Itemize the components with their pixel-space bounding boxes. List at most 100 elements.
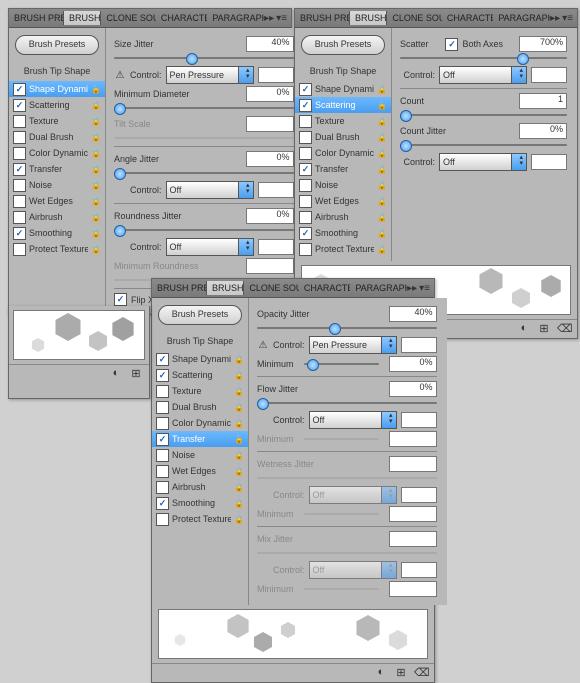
checkbox[interactable] xyxy=(156,353,169,366)
angle-value[interactable]: 0% xyxy=(246,151,294,167)
menu-icon[interactable]: ▾≡ xyxy=(419,283,430,294)
lock-icon[interactable] xyxy=(234,482,244,492)
angle-slider[interactable] xyxy=(114,169,294,177)
sidebar-item-scattering[interactable]: Scattering xyxy=(152,367,248,383)
checkbox[interactable] xyxy=(13,243,26,256)
brush-tip-shape[interactable]: Brush Tip Shape xyxy=(9,61,105,81)
toggle-icon[interactable]: ◐ xyxy=(374,666,388,680)
sidebar-item-transfer[interactable]: Transfer xyxy=(295,161,391,177)
sidebar-item-texture[interactable]: Texture xyxy=(9,113,105,129)
flow-slider[interactable] xyxy=(257,399,437,407)
sidebar-item-transfer[interactable]: Transfer xyxy=(152,431,248,447)
checkbox[interactable] xyxy=(13,83,26,96)
lock-icon[interactable] xyxy=(91,132,101,142)
lock-icon[interactable] xyxy=(377,228,387,238)
expand-icon[interactable]: ▸▸ xyxy=(550,13,560,24)
flipx-checkbox[interactable] xyxy=(114,293,127,306)
lock-icon[interactable] xyxy=(91,84,101,94)
lock-icon[interactable] xyxy=(234,466,244,476)
tab-brush-presets[interactable]: BRUSH PRE xyxy=(152,281,206,295)
trash-icon[interactable]: ⌫ xyxy=(414,666,428,680)
sidebar-item-airbrush[interactable]: Airbrush xyxy=(152,479,248,495)
checkbox[interactable] xyxy=(13,131,26,144)
checkbox[interactable] xyxy=(299,211,312,224)
sidebar-item-color-dynamics[interactable]: Color Dynamics xyxy=(295,145,391,161)
cjitter-value[interactable]: 0% xyxy=(519,123,567,139)
scatter-slider[interactable] xyxy=(400,54,567,62)
controlc2-box[interactable] xyxy=(401,412,437,428)
sidebar-item-noise[interactable]: Noise xyxy=(9,177,105,193)
cjitter-slider[interactable] xyxy=(400,141,567,149)
sidebar-item-shape-dynamics[interactable]: Shape Dynamics xyxy=(9,81,105,97)
count-slider[interactable] xyxy=(400,111,567,119)
round-value[interactable]: 0% xyxy=(246,208,294,224)
sidebar-item-transfer[interactable]: Transfer xyxy=(9,161,105,177)
tab-brush-presets[interactable]: BRUSH PRE xyxy=(295,11,349,25)
tab-brush[interactable]: BRUSH xyxy=(206,281,244,295)
lock-icon[interactable] xyxy=(234,386,244,396)
tab-para[interactable]: PARAGRAPH xyxy=(207,11,264,25)
new-icon[interactable]: ⊞ xyxy=(537,322,551,336)
sidebar-item-shape-dynamics[interactable]: Shape Dynamics xyxy=(152,351,248,367)
controlc2-dropdown[interactable]: Off▴▾ xyxy=(309,411,397,429)
trash-icon[interactable]: ⌫ xyxy=(557,322,571,336)
checkbox[interactable] xyxy=(13,147,26,160)
sidebar-item-dual-brush[interactable]: Dual Brush xyxy=(9,129,105,145)
lock-icon[interactable] xyxy=(234,498,244,508)
lock-icon[interactable] xyxy=(234,418,244,428)
checkbox[interactable] xyxy=(299,115,312,128)
scatter-value[interactable]: 700% xyxy=(519,36,567,52)
checkbox[interactable] xyxy=(299,195,312,208)
checkbox[interactable] xyxy=(13,195,26,208)
checkbox[interactable] xyxy=(156,433,169,446)
checkbox[interactable] xyxy=(156,481,169,494)
size-jitter-slider[interactable] xyxy=(114,54,294,62)
lock-icon[interactable] xyxy=(377,244,387,254)
checkbox[interactable] xyxy=(156,513,169,526)
lock-icon[interactable] xyxy=(377,164,387,174)
lock-icon[interactable] xyxy=(91,164,101,174)
min1-value[interactable]: 0% xyxy=(389,356,437,372)
lock-icon[interactable] xyxy=(234,514,244,524)
tab-brush[interactable]: BRUSH xyxy=(63,11,101,25)
sidebar-item-noise[interactable]: Noise xyxy=(152,447,248,463)
sidebar-item-smoothing[interactable]: Smoothing xyxy=(152,495,248,511)
sidebar-item-color-dynamics[interactable]: Color Dynamics xyxy=(152,415,248,431)
lock-icon[interactable] xyxy=(234,354,244,364)
min-diam-value[interactable]: 0% xyxy=(246,86,294,102)
controlc1-dropdown[interactable]: Pen Pressure▴▾ xyxy=(309,336,397,354)
checkbox[interactable] xyxy=(156,417,169,430)
round-slider[interactable] xyxy=(114,226,294,234)
tab-char[interactable]: CHARACTE xyxy=(156,11,207,25)
controlb1-dropdown[interactable]: Off▴▾ xyxy=(439,66,527,84)
brush-presets-button[interactable]: Brush Presets xyxy=(15,35,99,55)
expand-icon[interactable]: ▸▸ xyxy=(264,13,274,24)
checkbox[interactable] xyxy=(299,131,312,144)
sidebar-item-noise[interactable]: Noise xyxy=(295,177,391,193)
checkbox[interactable] xyxy=(156,385,169,398)
lock-icon[interactable] xyxy=(91,148,101,158)
lock-icon[interactable] xyxy=(377,212,387,222)
min-diam-slider[interactable] xyxy=(114,104,294,112)
checkbox[interactable] xyxy=(299,179,312,192)
sidebar-item-wet-edges[interactable]: Wet Edges xyxy=(9,193,105,209)
lock-icon[interactable] xyxy=(377,116,387,126)
controlc1-box[interactable] xyxy=(401,337,437,353)
both-axes-checkbox[interactable] xyxy=(445,38,458,51)
checkbox[interactable] xyxy=(299,227,312,240)
lock-icon[interactable] xyxy=(91,196,101,206)
checkbox[interactable] xyxy=(156,497,169,510)
checkbox[interactable] xyxy=(299,83,312,96)
tab-char[interactable]: CHARACTE xyxy=(442,11,493,25)
control2-box[interactable] xyxy=(258,182,294,198)
lock-icon[interactable] xyxy=(234,402,244,412)
checkbox[interactable] xyxy=(299,147,312,160)
control-box[interactable] xyxy=(258,67,294,83)
opacity-slider[interactable] xyxy=(257,324,437,332)
sidebar-item-texture[interactable]: Texture xyxy=(152,383,248,399)
sidebar-item-color-dynamics[interactable]: Color Dynamics xyxy=(9,145,105,161)
toggle-icon[interactable]: ◐ xyxy=(517,322,531,336)
lock-icon[interactable] xyxy=(234,450,244,460)
lock-icon[interactable] xyxy=(91,180,101,190)
tab-clone[interactable]: CLONE SOU xyxy=(244,281,298,295)
